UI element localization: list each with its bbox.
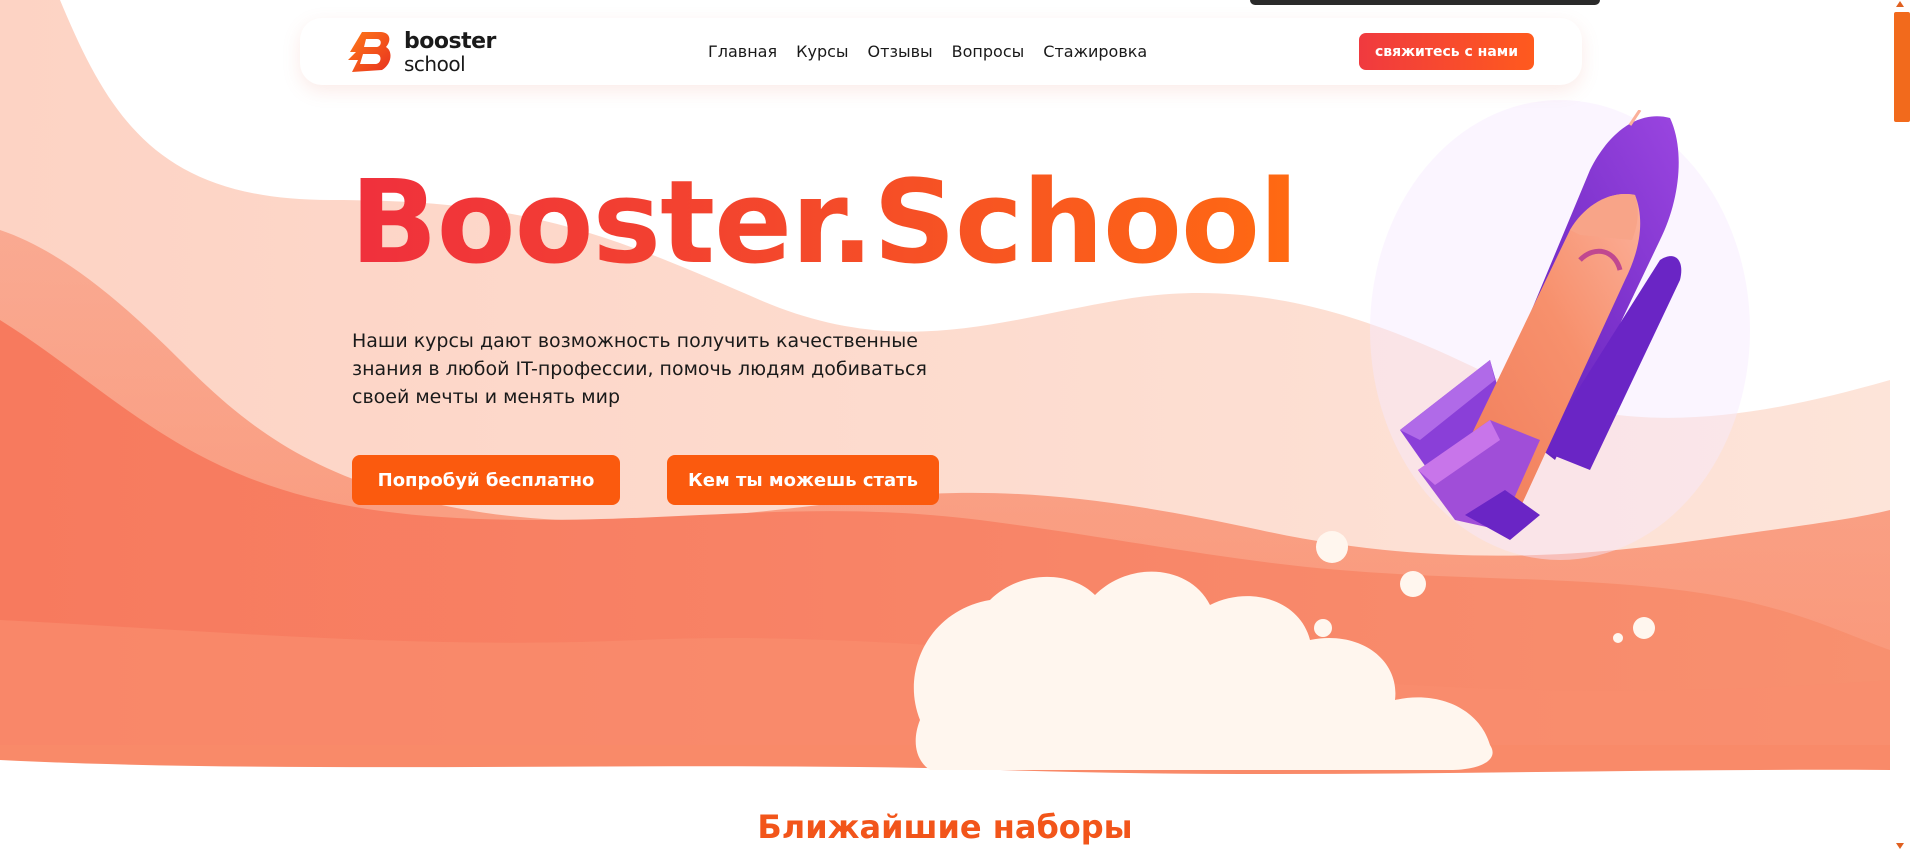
scrollbar[interactable]: [1890, 0, 1910, 852]
logo[interactable]: booster school: [346, 28, 496, 76]
scrollbar-thumb[interactable]: [1894, 12, 1910, 122]
nav-item-home[interactable]: Главная: [708, 42, 777, 61]
scroll-down-arrow-icon[interactable]: [1896, 843, 1904, 849]
career-options-button[interactable]: Кем ты можешь стать: [667, 455, 939, 505]
rocket-icon: [1400, 110, 1682, 540]
nav-item-questions[interactable]: Вопросы: [952, 42, 1025, 61]
top-overlay-bar: [1250, 0, 1600, 5]
scroll-up-arrow-icon[interactable]: [1896, 1, 1904, 7]
try-free-button[interactable]: Попробуй бесплатно: [352, 455, 620, 505]
hero-description: Наши курсы дают возможность получить кач…: [352, 330, 927, 408]
upcoming-enrollments-heading: Ближайшие наборы: [757, 808, 1133, 846]
nav-item-courses[interactable]: Курсы: [796, 42, 848, 61]
logo-text-booster: booster: [404, 29, 496, 54]
page-stage: booster school Главная Курсы Отзывы Вопр…: [0, 0, 1890, 852]
main-nav: Главная Курсы Отзывы Вопросы Стажировка: [708, 18, 1147, 85]
logo-text-school: school: [404, 52, 466, 76]
booster-b-logo-icon: [348, 32, 391, 72]
hero-title: Booster.School: [350, 156, 1298, 290]
contact-us-button[interactable]: свяжитесь с нами: [1359, 33, 1534, 70]
site-header: booster school Главная Курсы Отзывы Вопр…: [300, 18, 1582, 85]
nav-item-internship[interactable]: Стажировка: [1043, 42, 1147, 61]
nav-item-reviews[interactable]: Отзывы: [868, 42, 933, 61]
